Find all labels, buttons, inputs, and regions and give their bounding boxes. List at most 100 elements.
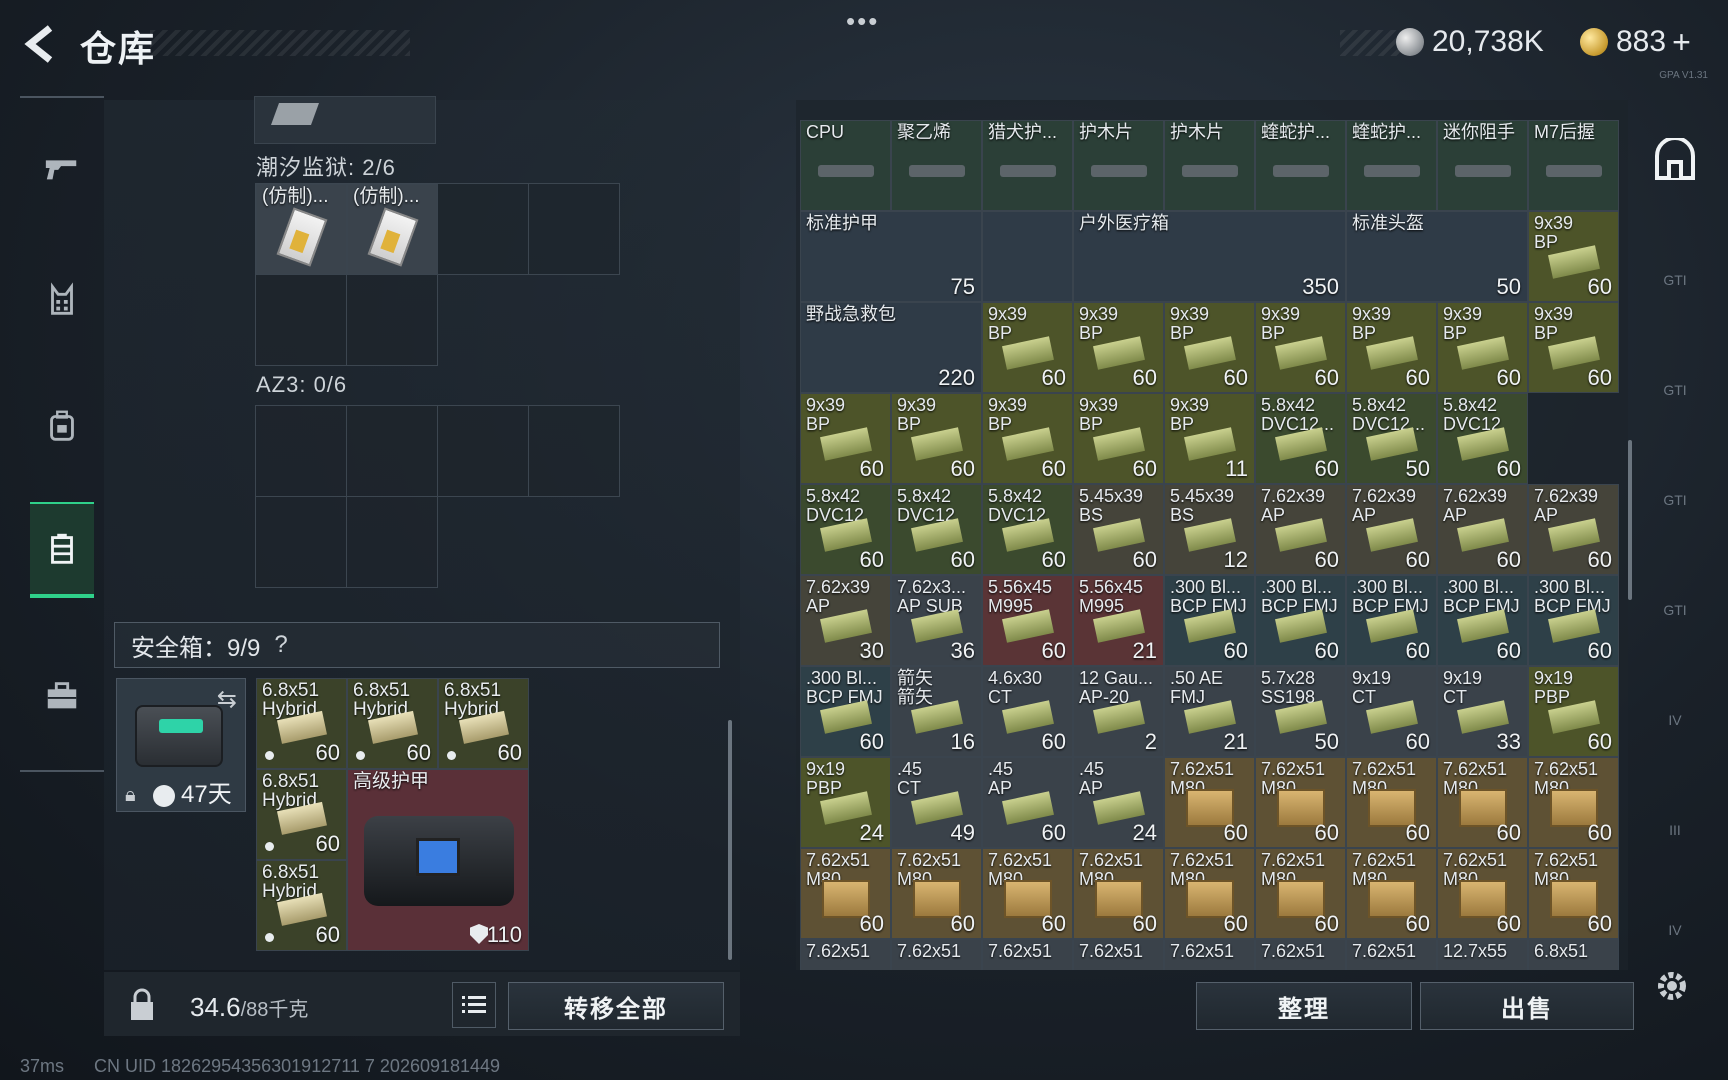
inventory-item[interactable]: 9x39 BP 60 (1346, 302, 1437, 393)
warehouse-tab[interactable] (1640, 120, 1710, 200)
inventory-item[interactable]: 5.8x42 DVC12 60 (891, 484, 982, 575)
inventory-item[interactable]: .300 Bl... BCP FMJ 60 (1255, 575, 1346, 666)
nav-weapons[interactable] (30, 120, 94, 216)
safe-case-slot[interactable]: ⇆ 🔒︎ 47天 (116, 678, 246, 812)
inventory-item[interactable]: 7.62x3... AP SUB 36 (891, 575, 982, 666)
tier-tab-5[interactable]: IV (1640, 680, 1710, 760)
inventory-item[interactable]: 9x39 BP 60 (800, 393, 891, 484)
inventory-item[interactable]: 9x19 CT 60 (1346, 666, 1437, 757)
list-view-button[interactable] (452, 982, 496, 1028)
inventory-item[interactable]: 5.7x28 SS198 50 (1255, 666, 1346, 757)
inventory-item[interactable]: 7.62x51 M8060 (1346, 757, 1437, 848)
inventory-slot[interactable] (982, 211, 1073, 302)
inventory-item[interactable]: .45 CT 49 (891, 757, 982, 848)
field-first-aid-item[interactable]: 野战急救包 220 (800, 302, 982, 393)
inventory-item[interactable]: 7.62x51 M8060 (1073, 848, 1164, 939)
inventory-item[interactable]: .300 Bl... BCP FMJ 60 (800, 666, 891, 757)
inventory-item[interactable]: 7.62x51 (1073, 939, 1164, 970)
inventory-item[interactable]: 6.8x51 (1528, 939, 1619, 970)
inventory-item[interactable]: 9x39 BP 60 (891, 393, 982, 484)
inventory-item[interactable]: 9x39 BP 60 (1164, 302, 1255, 393)
inventory-item[interactable]: 12 Gau... AP-20 2 (1073, 666, 1164, 757)
inventory-item[interactable]: 9x39 BP 60 (1437, 302, 1528, 393)
transfer-all-button[interactable]: 转移全部 (508, 982, 724, 1030)
standard-armor-item[interactable]: 标准护甲 75 (800, 211, 982, 302)
inventory-item[interactable]: 7.62x51 (1164, 939, 1255, 970)
nav-armor[interactable] (30, 252, 94, 348)
inventory-item[interactable]: M7后握 (1528, 120, 1619, 211)
inventory-item[interactable]: 7.62x51 M8060 (891, 848, 982, 939)
inventory-item[interactable]: 7.62x51 (891, 939, 982, 970)
inventory-item[interactable]: 7.62x51 M8060 (1255, 757, 1346, 848)
sort-button[interactable]: 整理 (1196, 982, 1412, 1030)
inventory-item[interactable]: 9x19 PBP 24 (800, 757, 891, 848)
inventory-item[interactable]: 7.62x39 AP 60 (1346, 484, 1437, 575)
inventory-item[interactable]: 9x39 BP 60 (1073, 393, 1164, 484)
inventory-item[interactable]: 7.62x39 AP 60 (1528, 484, 1619, 575)
safe-item-2[interactable]: 6.8x51 Hybrid 60 (347, 678, 438, 769)
back-button[interactable] (20, 22, 60, 66)
inventory-item[interactable]: 5.56x45 M995 60 (982, 575, 1073, 666)
inventory-item[interactable]: 9x39 BP 60 (1528, 211, 1619, 302)
inventory-item[interactable]: .45 AP 24 (1073, 757, 1164, 848)
inventory-item[interactable]: 5.8x42 DVC12 60 (982, 484, 1073, 575)
inventory-item[interactable]: 7.62x51 (982, 939, 1073, 970)
inventory-item[interactable]: 蝰蛇护... (1255, 120, 1346, 211)
more-menu-button[interactable]: ••• (846, 6, 879, 37)
inventory-item[interactable]: 9x19 CT 33 (1437, 666, 1528, 757)
inventory-item[interactable]: .300 Bl... BCP FMJ 60 (1437, 575, 1528, 666)
inventory-item[interactable]: 5.56x45 M995 21 (1073, 575, 1164, 666)
inventory-item[interactable]: 5.45x39 BS 12 (1164, 484, 1255, 575)
inventory-item[interactable]: 7.62x51 M8060 (1346, 848, 1437, 939)
inventory-item[interactable]: 7.62x51 (1255, 939, 1346, 970)
inventory-item[interactable]: 护木片 (1073, 120, 1164, 211)
inventory-item[interactable]: 5.8x42 DVC12... 50 (1346, 393, 1437, 484)
safe-item-3[interactable]: 6.8x51 Hybrid 60 (438, 678, 529, 769)
tier-tab-4[interactable]: GTI (1640, 570, 1710, 650)
lock-button[interactable] (112, 980, 172, 1030)
inventory-item[interactable]: 7.62x51 (1346, 939, 1437, 970)
inventory-item[interactable]: 7.62x51 M8060 (1164, 757, 1255, 848)
inventory-item[interactable]: 7.62x51 M8060 (1528, 757, 1619, 848)
stash-scrollbar[interactable] (728, 720, 732, 960)
inventory-item[interactable]: 7.62x51 M8060 (1255, 848, 1346, 939)
help-icon[interactable]: ? (274, 631, 287, 659)
inventory-item[interactable]: 9x39 BP 60 (982, 393, 1073, 484)
inventory-item[interactable]: .50 AE FMJ 21 (1164, 666, 1255, 757)
inventory-item[interactable]: 7.62x51 M8060 (1437, 848, 1528, 939)
tier-tab-7[interactable]: IV (1640, 890, 1710, 970)
inventory-item[interactable]: 9x39 BP 11 (1164, 393, 1255, 484)
outdoor-medkit-item[interactable]: 户外医疗箱 350 (1073, 211, 1346, 302)
inventory-item[interactable]: 7.62x39 AP 30 (800, 575, 891, 666)
partial-item-top[interactable] (254, 96, 436, 144)
safe-item-1[interactable]: 6.8x51 Hybrid 60 (256, 678, 347, 769)
nav-stash[interactable] (30, 502, 94, 598)
inventory-item[interactable]: 7.62x51 M8060 (982, 848, 1073, 939)
advanced-armor-item[interactable]: 高级护甲 110 (347, 769, 529, 951)
nav-case[interactable] (30, 648, 94, 744)
tier-tab-1[interactable]: GTI (1640, 240, 1710, 320)
tier-tab-2[interactable]: GTI (1640, 350, 1710, 430)
tidal-item-2[interactable]: (仿制)... (347, 184, 438, 275)
safe-item-5[interactable]: 6.8x51 Hybrid 60 (256, 860, 347, 951)
standard-helmet-item[interactable]: 标准头盔 50 (1346, 211, 1528, 302)
inventory-item[interactable]: 9x39 BP 60 (982, 302, 1073, 393)
inventory-item[interactable]: 聚乙烯 (891, 120, 982, 211)
inventory-item[interactable]: 箭矢 箭矢 16 (891, 666, 982, 757)
inventory-item[interactable]: 9x39 BP 60 (1528, 302, 1619, 393)
inventory-item[interactable]: 7.62x51 M8060 (1437, 757, 1528, 848)
swap-icon[interactable]: ⇆ (217, 685, 237, 714)
inventory-item[interactable]: 9x19 PBP 60 (1528, 666, 1619, 757)
tidal-item-1[interactable]: (仿制)... (256, 184, 347, 275)
tier-tab-3[interactable]: GTI (1640, 460, 1710, 540)
inventory-item[interactable]: .300 Bl... BCP FMJ 60 (1346, 575, 1437, 666)
tier-tab-6[interactable]: III (1640, 790, 1710, 870)
inventory-item[interactable]: 猎犬护... (982, 120, 1073, 211)
inventory-item[interactable]: 9x39 BP 60 (1255, 302, 1346, 393)
inventory-item[interactable]: .300 Bl... BCP FMJ 60 (1528, 575, 1619, 666)
inventory-item[interactable]: 7.62x39 AP 60 (1437, 484, 1528, 575)
inventory-item[interactable]: 5.8x42 DVC12 60 (800, 484, 891, 575)
sell-button[interactable]: 出售 (1420, 982, 1634, 1030)
inventory-item[interactable]: .45 AP 60 (982, 757, 1073, 848)
inventory-item[interactable]: 7.62x51 M8060 (1164, 848, 1255, 939)
